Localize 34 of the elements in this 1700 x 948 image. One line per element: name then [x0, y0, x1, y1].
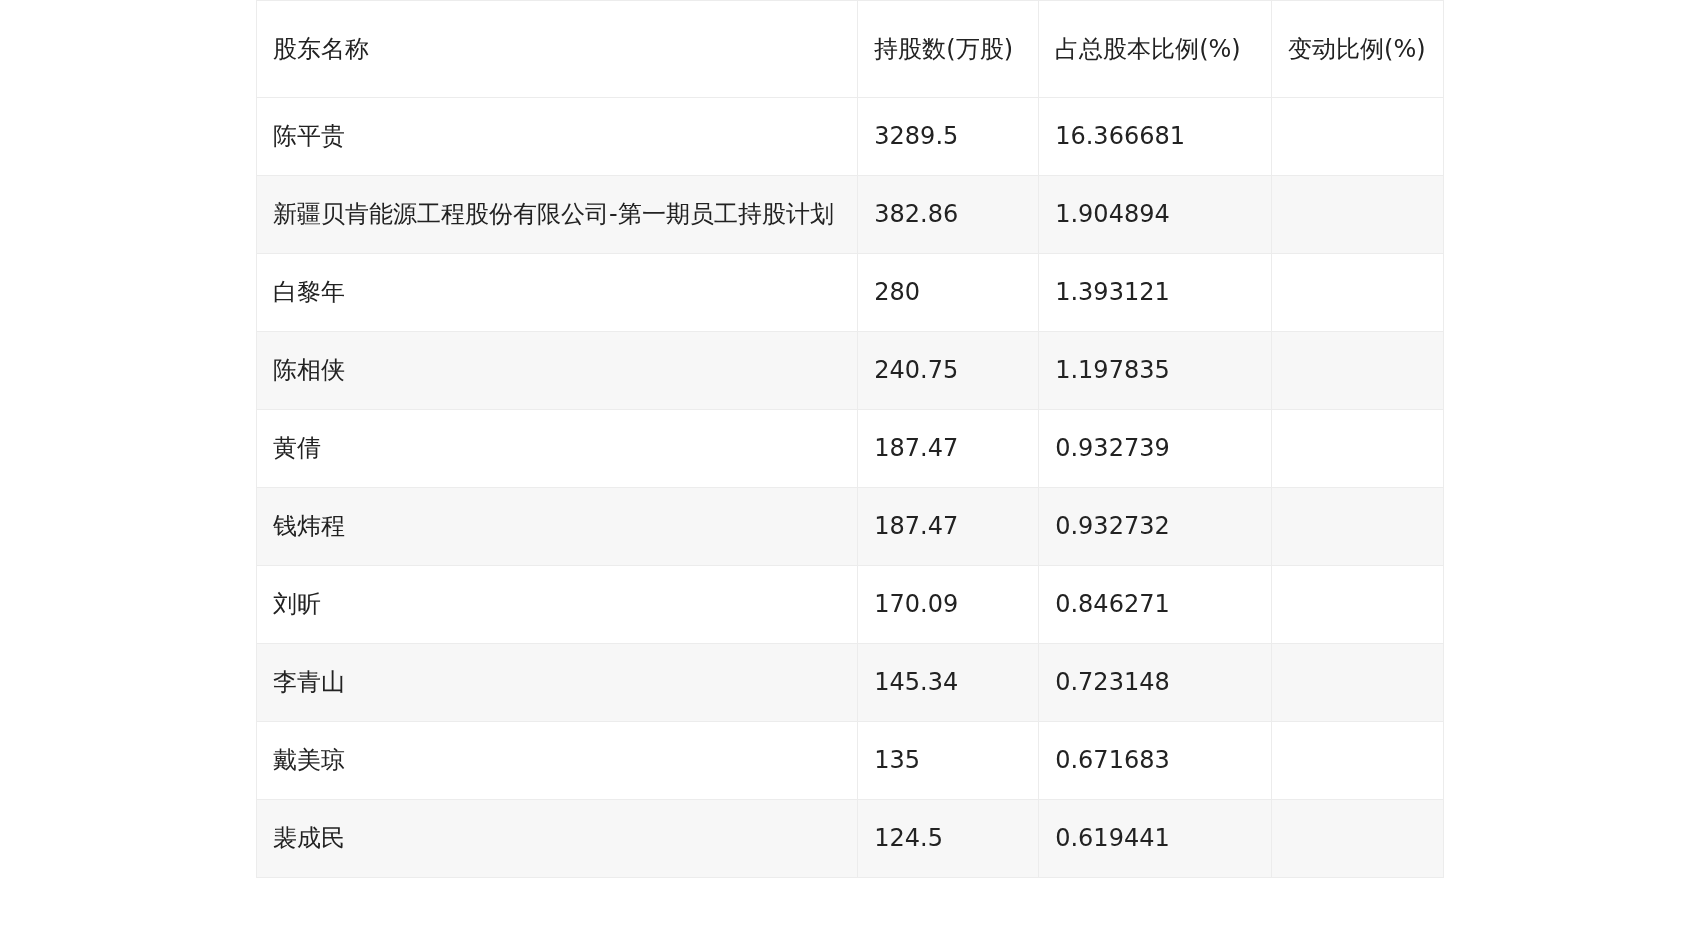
table-cell: 陈平贵: [256, 97, 858, 176]
table-cell: 0.723148: [1038, 643, 1272, 722]
table-cell: 1.904894: [1038, 175, 1272, 254]
table-cell: 280: [857, 253, 1039, 332]
table-cell: 0.619441: [1038, 799, 1272, 878]
table-cell: 16.366681: [1038, 97, 1272, 176]
column-header: 股东名称: [256, 0, 858, 98]
table-cell: 1.393121: [1038, 253, 1272, 332]
table-cell: 刘昕: [256, 565, 858, 644]
table-cell: 陈相侠: [256, 331, 858, 410]
table-cell: 3289.5: [857, 97, 1039, 176]
table-cell: 1.197835: [1038, 331, 1272, 410]
table-cell: 0.671683: [1038, 721, 1272, 800]
table-cell: 187.47: [857, 409, 1039, 488]
table-cell: 240.75: [857, 331, 1039, 410]
table-cell: 170.09: [857, 565, 1039, 644]
column-header: 持股数(万股): [857, 0, 1039, 98]
column-header: 占总股本比例(%): [1038, 0, 1272, 98]
table-cell: 124.5: [857, 799, 1039, 878]
table-cell: 白黎年: [256, 253, 858, 332]
table-cell: 钱炜程: [256, 487, 858, 566]
table-cell: 187.47: [857, 487, 1039, 566]
table-cell: 0.932732: [1038, 487, 1272, 566]
table-cell: 0.846271: [1038, 565, 1272, 644]
table-cell: 135: [857, 721, 1039, 800]
column-header: 变动比例(%): [1271, 0, 1444, 98]
table-cell: 李青山: [256, 643, 858, 722]
table-cell: 145.34: [857, 643, 1039, 722]
table-cell: 黄倩: [256, 409, 858, 488]
table-cell: 裴成民: [256, 799, 858, 878]
table-cell: 382.86: [857, 175, 1039, 254]
table-cell: 新疆贝肯能源工程股份有限公司-第一期员工持股计划: [256, 175, 858, 254]
table-cell: 0.932739: [1038, 409, 1272, 488]
table-cell: 戴美琼: [256, 721, 858, 800]
